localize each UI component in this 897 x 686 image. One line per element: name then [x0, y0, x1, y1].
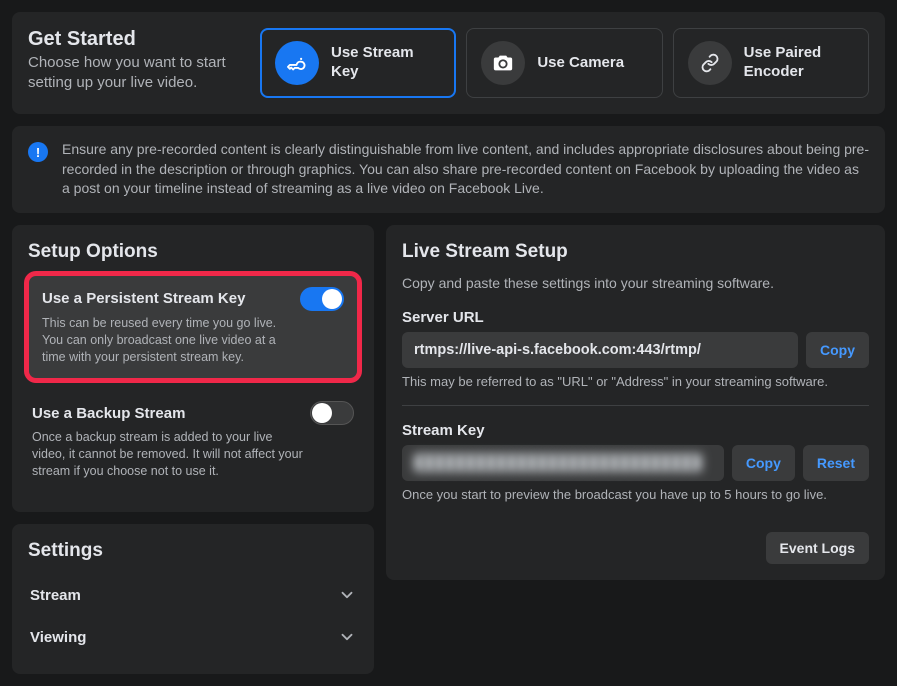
- chevron-down-icon: [338, 628, 356, 646]
- settings-stream-row[interactable]: Stream: [28, 574, 358, 616]
- stream-key-help: Once you start to preview the broadcast …: [402, 487, 869, 502]
- server-url-label: Server URL: [402, 309, 869, 326]
- backup-stream-title: Use a Backup Stream: [32, 405, 185, 422]
- event-logs-button[interactable]: Event Logs: [766, 532, 869, 564]
- method-label: Use Paired Encoder: [744, 44, 854, 82]
- key-icon: [275, 41, 319, 85]
- settings-row-label: Viewing: [30, 629, 86, 646]
- persistent-key-toggle[interactable]: [300, 287, 344, 311]
- stream-key-label: Stream Key: [402, 422, 869, 439]
- live-stream-subtitle: Copy and paste these settings into your …: [402, 275, 869, 291]
- backup-stream-desc: Once a backup stream is added to your li…: [32, 429, 354, 480]
- pre-recorded-alert: ! Ensure any pre-recorded content is cle…: [12, 126, 885, 213]
- persistent-key-desc: This can be reused every time you go liv…: [42, 315, 344, 366]
- live-stream-title: Live Stream Setup: [402, 241, 869, 263]
- camera-icon: [481, 41, 525, 85]
- method-cards: Use Stream Key Use Camera Use Paired Enc…: [260, 28, 869, 98]
- settings-panel: Settings Stream Viewing: [12, 524, 374, 674]
- settings-viewing-row[interactable]: Viewing: [28, 616, 358, 658]
- stream-key-reset-button[interactable]: Reset: [803, 445, 869, 481]
- persistent-key-title: Use a Persistent Stream Key: [42, 290, 245, 307]
- backup-stream-option: Use a Backup Stream Once a backup stream…: [28, 391, 358, 484]
- method-label: Use Camera: [537, 54, 624, 73]
- persistent-key-option: Use a Persistent Stream Key This can be …: [28, 275, 358, 380]
- get-started-panel: Get Started Choose how you want to start…: [12, 12, 885, 114]
- method-label: Use Stream Key: [331, 44, 441, 82]
- info-icon: !: [28, 142, 48, 162]
- alert-text: Ensure any pre-recorded content is clear…: [62, 140, 869, 199]
- method-stream-key[interactable]: Use Stream Key: [260, 28, 456, 98]
- get-started-title: Get Started: [28, 28, 238, 51]
- live-stream-panel: Live Stream Setup Copy and paste these s…: [386, 225, 885, 580]
- server-url-help: This may be referred to as "URL" or "Add…: [402, 374, 869, 389]
- stream-key-input[interactable]: ████████████████████████████: [402, 445, 724, 481]
- backup-stream-toggle[interactable]: [310, 401, 354, 425]
- settings-title: Settings: [28, 540, 358, 562]
- get-started-subtitle: Choose how you want to start setting up …: [28, 53, 238, 93]
- divider: [402, 405, 869, 406]
- settings-row-label: Stream: [30, 587, 81, 604]
- server-url-copy-button[interactable]: Copy: [806, 332, 869, 368]
- setup-options-title: Setup Options: [28, 241, 358, 263]
- server-url-input[interactable]: [402, 332, 798, 368]
- columns: Setup Options Use a Persistent Stream Ke…: [12, 225, 885, 674]
- stream-key-copy-button[interactable]: Copy: [732, 445, 795, 481]
- method-paired-encoder[interactable]: Use Paired Encoder: [673, 28, 869, 98]
- chevron-down-icon: [338, 586, 356, 604]
- setup-options-panel: Setup Options Use a Persistent Stream Ke…: [12, 225, 374, 512]
- left-column: Setup Options Use a Persistent Stream Ke…: [12, 225, 374, 674]
- link-icon: [688, 41, 732, 85]
- get-started-text: Get Started Choose how you want to start…: [28, 28, 248, 98]
- get-started-row: Get Started Choose how you want to start…: [28, 28, 869, 98]
- method-camera[interactable]: Use Camera: [466, 28, 662, 98]
